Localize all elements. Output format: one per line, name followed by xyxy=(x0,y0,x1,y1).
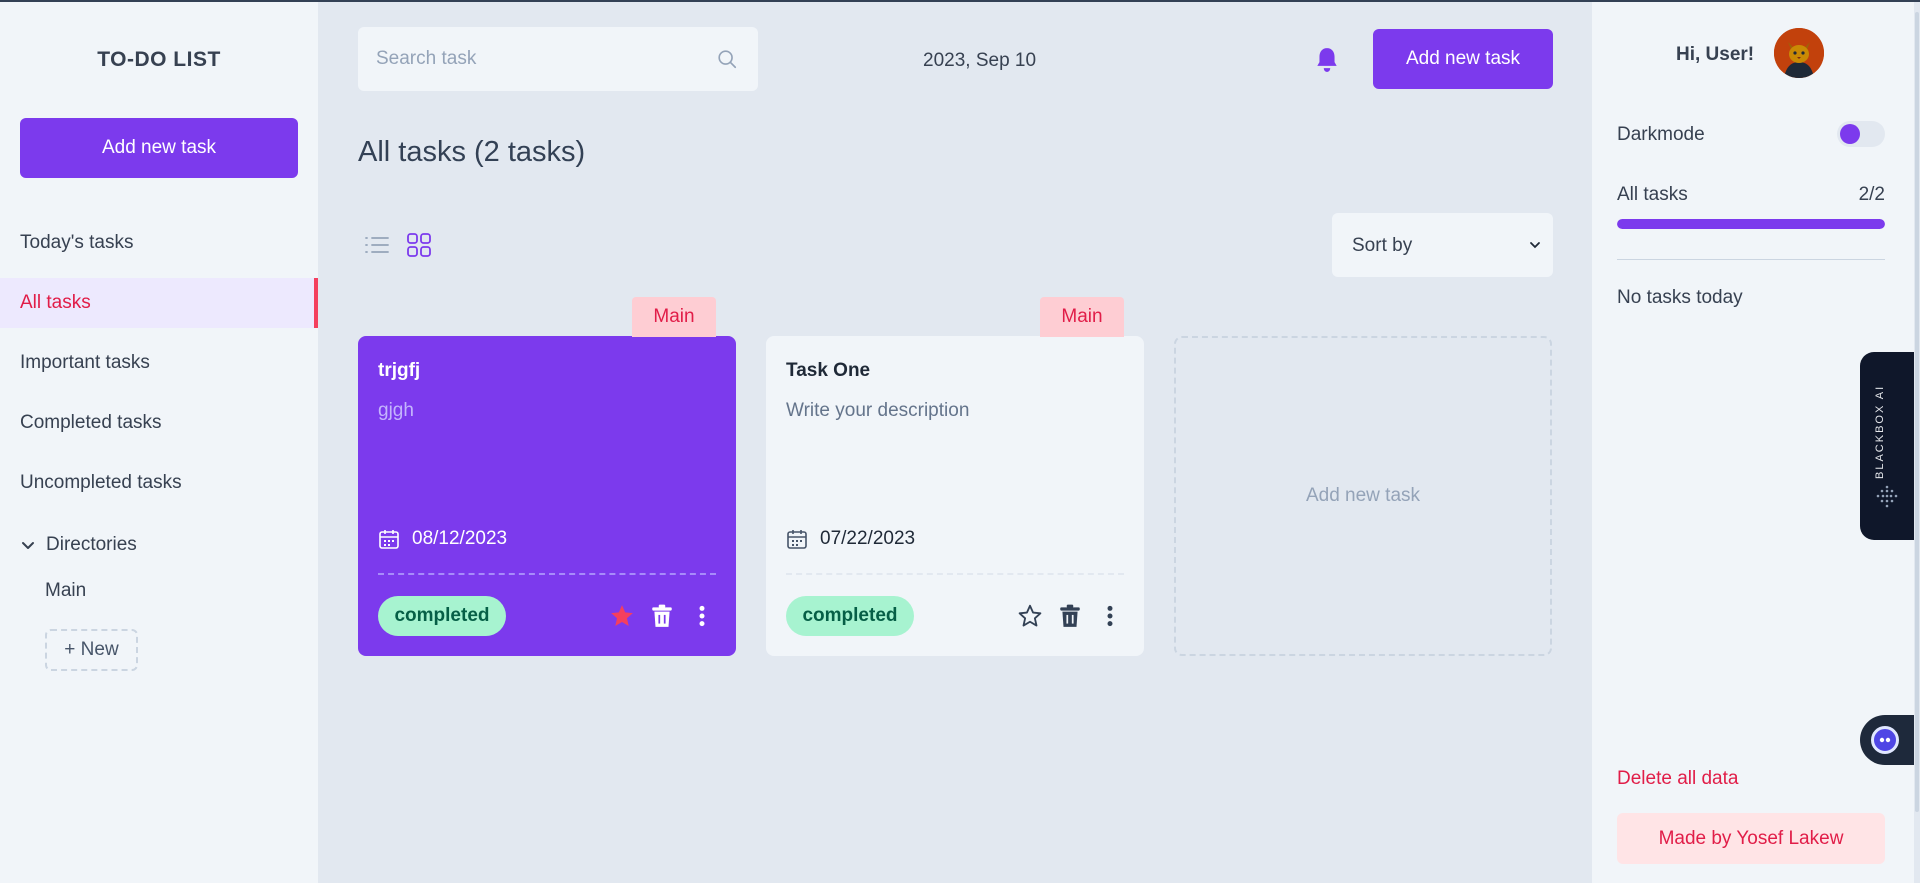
task-date: 07/22/2023 xyxy=(786,528,915,550)
trash-icon xyxy=(1060,604,1080,627)
progress-count: 2/2 xyxy=(1858,184,1885,205)
task-card[interactable]: Main trjgfj gjgh 08/12/2023 completed xyxy=(358,297,736,656)
directories-label: Directories xyxy=(46,534,137,555)
directory-item-main[interactable]: Main xyxy=(45,580,86,602)
star-outline-icon xyxy=(1018,604,1042,627)
add-task-card[interactable]: Add new task xyxy=(1174,336,1552,656)
sidebar-item-completed[interactable]: Completed tasks xyxy=(0,398,318,448)
trash-icon xyxy=(652,604,672,627)
status-badge[interactable]: completed xyxy=(786,596,914,636)
today-tasks-empty: No tasks today xyxy=(1617,287,1743,308)
card-actions xyxy=(1016,602,1124,630)
app-title: TO-DO LIST xyxy=(97,48,221,71)
dots-grid-icon xyxy=(1876,485,1898,508)
delete-button[interactable] xyxy=(1056,602,1084,630)
star-button[interactable] xyxy=(1016,602,1044,630)
chevron-down-icon xyxy=(1530,242,1540,249)
bell-icon[interactable] xyxy=(1314,46,1340,74)
directory-tag[interactable]: Main xyxy=(1040,297,1124,337)
search-icon[interactable] xyxy=(716,48,738,70)
search-input[interactable] xyxy=(358,27,758,91)
delete-button[interactable] xyxy=(648,602,676,630)
main-content: 2023, Sep 10 Add new task All tasks (2 t… xyxy=(318,2,1592,883)
darkmode-toggle[interactable] xyxy=(1837,121,1885,147)
sort-dropdown: Sort by xyxy=(1332,213,1553,277)
task-card[interactable]: Main Task One Write your description 07/… xyxy=(766,297,1144,656)
progress-label: All tasks xyxy=(1617,184,1688,205)
cat-avatar-icon xyxy=(1774,28,1824,78)
sidebar-item-important[interactable]: Important tasks xyxy=(0,338,318,388)
sidebar-item-uncompleted[interactable]: Uncompleted tasks xyxy=(0,458,318,508)
sort-select[interactable]: Sort by xyxy=(1332,213,1553,277)
progress-bar xyxy=(1617,219,1885,229)
add-task-card-label: Add new task xyxy=(1305,485,1421,506)
sidebar-nav: Today's tasks All tasks Important tasks … xyxy=(0,218,318,508)
chevron-down-icon xyxy=(22,542,34,549)
blackbox-ai-label: BLACKBOX AI xyxy=(1874,384,1886,480)
star-button[interactable] xyxy=(608,602,636,630)
directory-tag[interactable]: Main xyxy=(632,297,716,337)
sidebar-item-all[interactable]: All tasks xyxy=(0,278,318,328)
status-badge[interactable]: completed xyxy=(378,596,506,636)
task-date: 08/12/2023 xyxy=(378,528,507,550)
task-date-text: 08/12/2023 xyxy=(412,528,508,549)
more-options-button[interactable] xyxy=(1096,602,1124,630)
task-title: Task One xyxy=(786,360,871,381)
scrollbar-thumb[interactable] xyxy=(1915,12,1919,812)
sidebar-item-today[interactable]: Today's tasks xyxy=(0,218,318,268)
list-view-icon[interactable] xyxy=(364,234,390,256)
page-title: All tasks (2 tasks) xyxy=(358,136,586,168)
toggle-knob xyxy=(1840,124,1860,144)
search-box xyxy=(358,27,758,91)
divider xyxy=(1617,259,1885,260)
avatar[interactable] xyxy=(1774,28,1824,78)
star-filled-icon xyxy=(611,605,633,626)
more-vertical-icon xyxy=(1107,605,1113,627)
card-actions xyxy=(608,602,716,630)
more-vertical-icon xyxy=(699,605,705,627)
task-description: Write your description xyxy=(786,400,970,421)
header-add-task-button[interactable]: Add new task xyxy=(1373,29,1553,89)
directories-toggle[interactable]: Directories xyxy=(20,528,137,562)
sidebar: TO-DO LIST Add new task Today's tasks Al… xyxy=(0,2,318,883)
calendar-icon xyxy=(379,530,399,549)
more-options-button[interactable] xyxy=(688,602,716,630)
task-description: gjgh xyxy=(378,400,414,421)
assistant-face-icon xyxy=(1871,726,1899,754)
sidebar-add-task-button[interactable]: Add new task xyxy=(20,118,298,178)
current-date: 2023, Sep 10 xyxy=(923,50,1037,71)
credits-link[interactable]: Made by Yosef Lakew xyxy=(1617,813,1885,864)
task-date-text: 07/22/2023 xyxy=(820,528,916,549)
grid-view-icon[interactable] xyxy=(406,232,432,258)
card-divider xyxy=(378,573,716,575)
delete-all-data-button[interactable]: Delete all data xyxy=(1617,768,1738,790)
new-directory-button[interactable]: + New xyxy=(45,629,138,671)
blackbox-ai-tab[interactable]: BLACKBOX AI xyxy=(1860,352,1914,540)
progress-fill xyxy=(1617,219,1885,229)
user-greeting: Hi, User! xyxy=(1676,44,1755,65)
scrollbar[interactable] xyxy=(1914,2,1920,883)
task-title: trjgfj xyxy=(378,360,421,381)
calendar-icon xyxy=(787,530,807,549)
chat-assistant-button[interactable] xyxy=(1860,715,1914,765)
darkmode-label: Darkmode xyxy=(1617,124,1705,145)
card-divider xyxy=(786,573,1124,575)
